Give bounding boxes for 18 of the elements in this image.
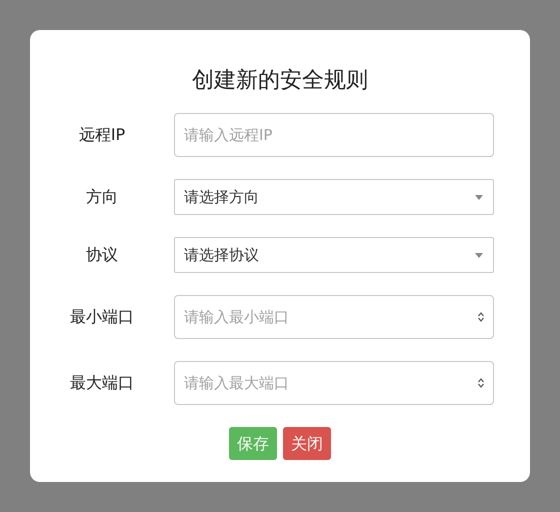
dialog-title: 创建新的安全规则: [192, 67, 368, 95]
spinner-icon[interactable]: [477, 377, 485, 389]
input-field[interactable]: 请输入远程IP: [174, 113, 494, 157]
field-label: 最大端口: [69, 372, 135, 394]
caret-icon: [475, 252, 483, 258]
number-field[interactable]: 请输入最小端口: [174, 295, 494, 339]
field-label: 方向: [85, 186, 119, 208]
select-value: 请选择方向: [184, 186, 259, 208]
select-field[interactable]: 请选择方向: [174, 179, 494, 215]
field-label: 远程IP: [78, 124, 126, 146]
select-field[interactable]: 请选择协议: [174, 237, 494, 273]
field-label: 协议: [85, 244, 119, 266]
number-field[interactable]: 请输入最大端口: [174, 361, 494, 405]
close-button[interactable]: 关闭: [283, 427, 331, 460]
field-label: 最小端口: [69, 306, 135, 328]
spinner-icon[interactable]: [477, 311, 485, 323]
caret-icon: [475, 194, 483, 200]
select-value: 请选择协议: [184, 244, 259, 266]
